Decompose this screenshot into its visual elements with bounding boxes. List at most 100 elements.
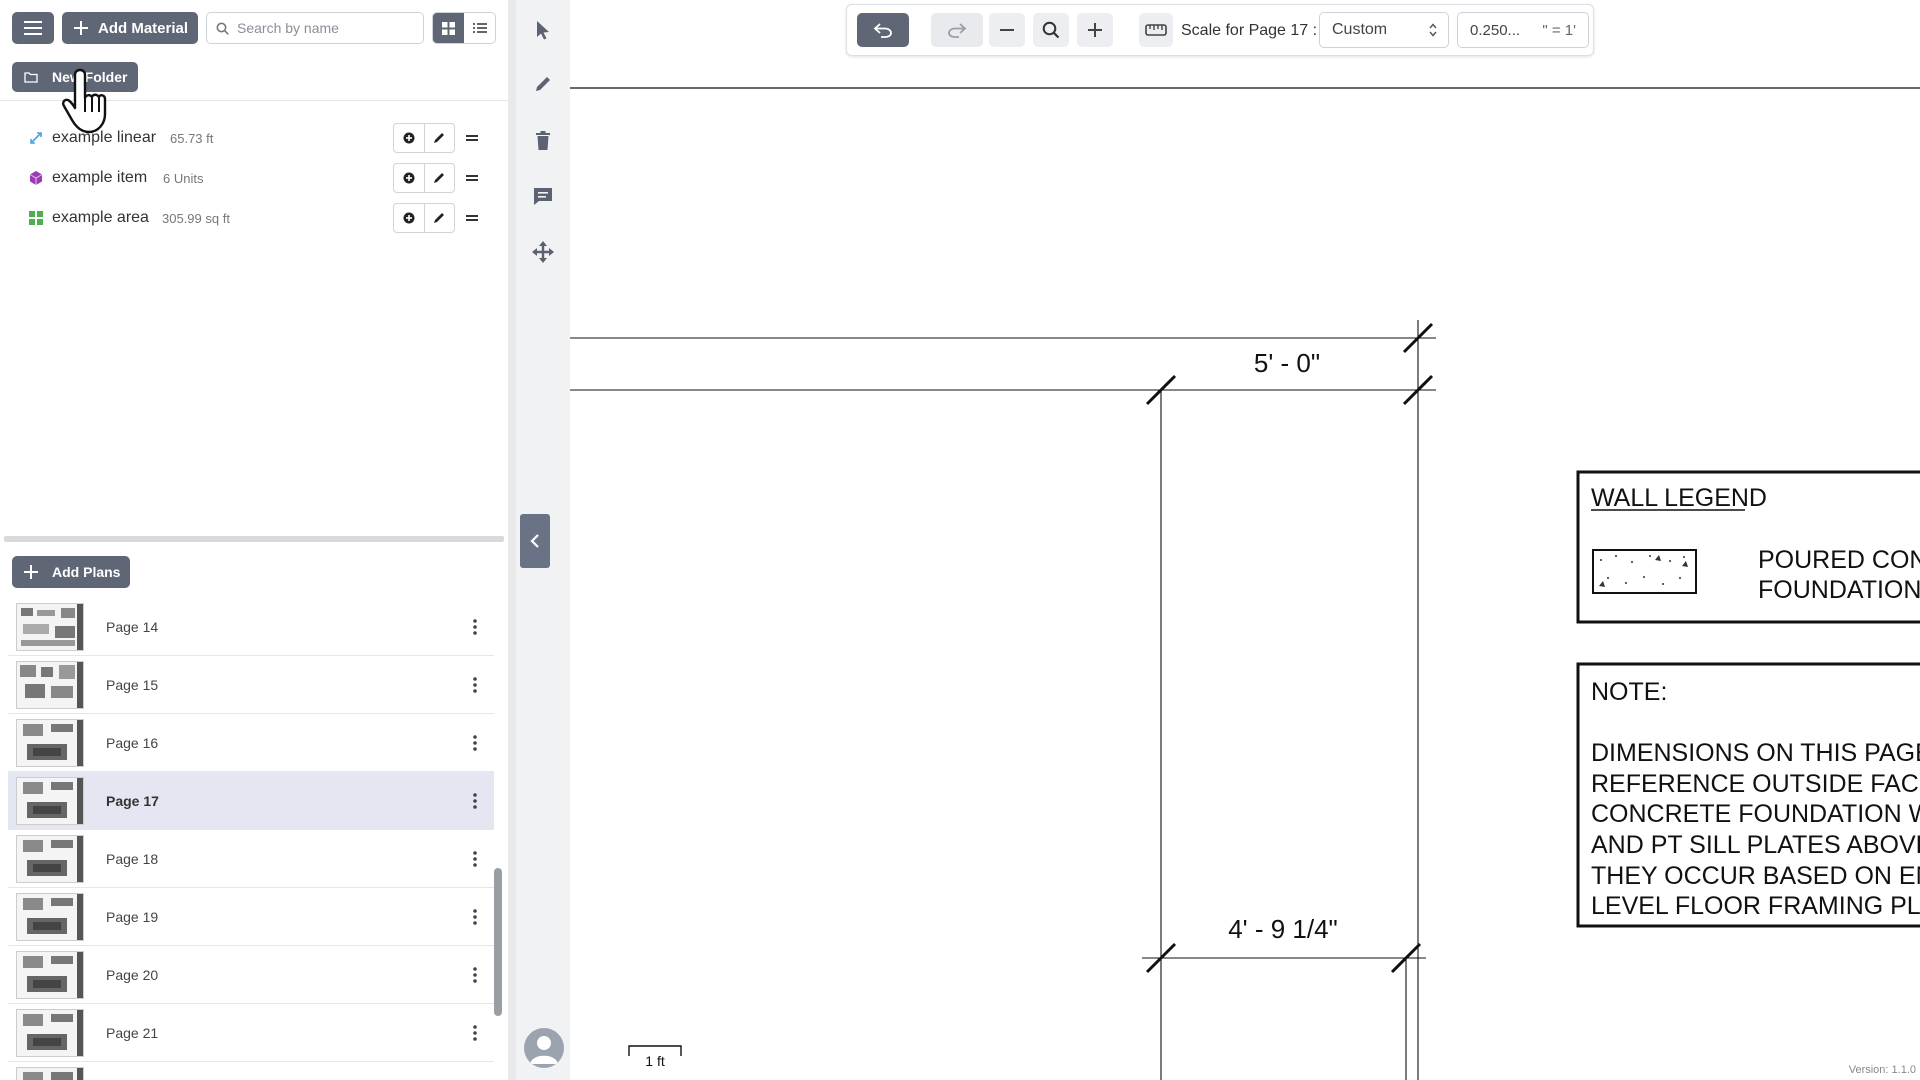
linear-measure-icon (30, 132, 42, 144)
grid-view-button[interactable] (433, 13, 464, 43)
note-line: DIMENSIONS ON THIS PAGE (1591, 739, 1920, 767)
plan-row[interactable] (8, 1062, 494, 1080)
plan-row[interactable]: Page 19 (8, 888, 494, 946)
plan-row[interactable]: Page 16 (8, 714, 494, 772)
material-quantity: 65.73 ft (170, 130, 214, 146)
drag-handle-icon[interactable] (466, 172, 478, 184)
search-box[interactable] (206, 12, 424, 44)
plus-icon (24, 565, 38, 579)
material-actions (393, 163, 455, 193)
note-line: LEVEL FLOOR FRAMING PLAN. (1591, 892, 1920, 920)
drag-handle-icon[interactable] (466, 212, 478, 224)
material-quantity: 6 Units (163, 170, 204, 186)
folder-icon (24, 72, 38, 83)
add-measurement-button[interactable] (394, 164, 424, 192)
user-icon (530, 1036, 558, 1064)
plan-row[interactable]: Page 20 (8, 946, 494, 1004)
plus-circle-icon (403, 132, 415, 144)
plans-scrollbar[interactable] (494, 868, 502, 1016)
plan-thumbnail (16, 602, 84, 651)
dimension-label: 4' - 9 1/4" (1228, 914, 1338, 944)
draw-tool-button[interactable] (530, 71, 556, 97)
scale-bar-label: 1 ft (645, 1053, 665, 1069)
add-material-label: Add Material (98, 19, 189, 37)
kebab-menu-icon[interactable] (472, 792, 478, 810)
undo-button[interactable] (857, 13, 909, 47)
note-line: CONCRETE FOUNDATION WALL (1591, 800, 1920, 828)
material-name: example area (52, 209, 149, 226)
scale-value-input[interactable]: 0.250... " = 1' (1457, 12, 1589, 48)
plus-icon (1088, 23, 1102, 37)
kebab-menu-icon[interactable] (472, 734, 478, 752)
kebab-menu-icon[interactable] (472, 908, 478, 926)
plan-row[interactable]: Page 17 (8, 772, 494, 830)
panel-resize-bar[interactable] (4, 536, 504, 542)
cube-icon (29, 171, 43, 185)
edit-material-button[interactable] (423, 204, 455, 232)
search-icon (216, 22, 229, 35)
material-name: example item (52, 169, 148, 186)
material-row[interactable]: example item 6 Units (0, 158, 500, 198)
menu-button[interactable] (12, 12, 54, 44)
plus-icon (74, 21, 88, 35)
app-root: Add Material New Folder example linear 6… (0, 0, 1920, 1080)
add-material-button[interactable]: Add Material (62, 12, 198, 44)
plan-thumbnail (16, 660, 84, 709)
plus-circle-icon (403, 212, 415, 224)
list-view-button[interactable] (464, 13, 495, 43)
plan-label: Page 14 (106, 618, 159, 635)
add-measurement-button[interactable] (394, 124, 424, 152)
kebab-menu-icon[interactable] (472, 676, 478, 694)
plan-row[interactable]: Page 15 (8, 656, 494, 714)
note-line: REFERENCE OUTSIDE FACES O (1591, 770, 1920, 798)
search-input[interactable] (237, 20, 417, 36)
avatar[interactable] (524, 1028, 564, 1068)
hatch-marks (1599, 555, 1688, 587)
plans-list: Page 14 Page 15 Page 16 Page 17 Page 18 Page … (4, 598, 494, 1080)
scale-tool-button[interactable] (1139, 13, 1173, 47)
redo-button[interactable] (931, 13, 983, 47)
scale-label: Scale for Page 17 : (1181, 22, 1318, 39)
grid-view-icon (442, 21, 455, 35)
plan-label: Page 21 (106, 1024, 159, 1041)
material-row[interactable]: example area 305.99 sq ft (0, 198, 500, 238)
plan-thumbnail (16, 1066, 84, 1080)
zoom-in-button[interactable] (1077, 13, 1113, 47)
comment-tool-button[interactable] (530, 183, 556, 209)
select-tool-button[interactable] (530, 17, 556, 43)
material-quantity: 305.99 sq ft (162, 210, 230, 226)
material-actions (393, 123, 455, 153)
plan-row[interactable]: Page 14 (8, 598, 494, 656)
scale-value-text: 0.250... (1470, 21, 1521, 39)
add-measurement-button[interactable] (394, 204, 424, 232)
plan-canvas[interactable]: 5' - 0" 4' - 9 1/4" WALL LEGEND POURED C… (570, 0, 1920, 1080)
hand-cursor-icon (62, 68, 107, 134)
note-line: THEY OCCUR BASED ON ENTR (1591, 862, 1920, 890)
note-line: AND PT SILL PLATES ABOVE W (1591, 831, 1920, 859)
plan-thumbnail (16, 950, 84, 999)
delete-tool-button[interactable] (530, 127, 556, 153)
kebab-menu-icon[interactable] (472, 618, 478, 636)
add-plans-button[interactable]: Add Plans (12, 556, 130, 588)
edit-material-button[interactable] (423, 124, 455, 152)
plan-row[interactable]: Page 21 (8, 1004, 494, 1062)
zoom-fit-button[interactable] (1033, 13, 1069, 47)
kebab-menu-icon[interactable] (472, 1024, 478, 1042)
concrete-hatch-swatch (1592, 549, 1697, 594)
plan-label: Page 18 (106, 850, 159, 867)
note-title: NOTE: (1591, 678, 1667, 706)
plan-thumbnail (16, 892, 84, 941)
kebab-menu-icon[interactable] (472, 966, 478, 984)
dimension-label: 5' - 0" (1254, 348, 1320, 378)
drag-handle-icon[interactable] (466, 132, 478, 144)
kebab-menu-icon[interactable] (472, 850, 478, 868)
edit-material-button[interactable] (423, 164, 455, 192)
zoom-out-button[interactable] (989, 13, 1025, 47)
plan-row[interactable]: Page 18 (8, 830, 494, 888)
scale-select[interactable]: Custom (1319, 12, 1449, 48)
comment-icon (534, 187, 552, 205)
pan-tool-button[interactable] (530, 239, 556, 265)
collapse-panel-button[interactable] (520, 514, 550, 568)
pencil-icon (434, 213, 445, 223)
legend-text: FOUNDATION W (1758, 576, 1920, 604)
